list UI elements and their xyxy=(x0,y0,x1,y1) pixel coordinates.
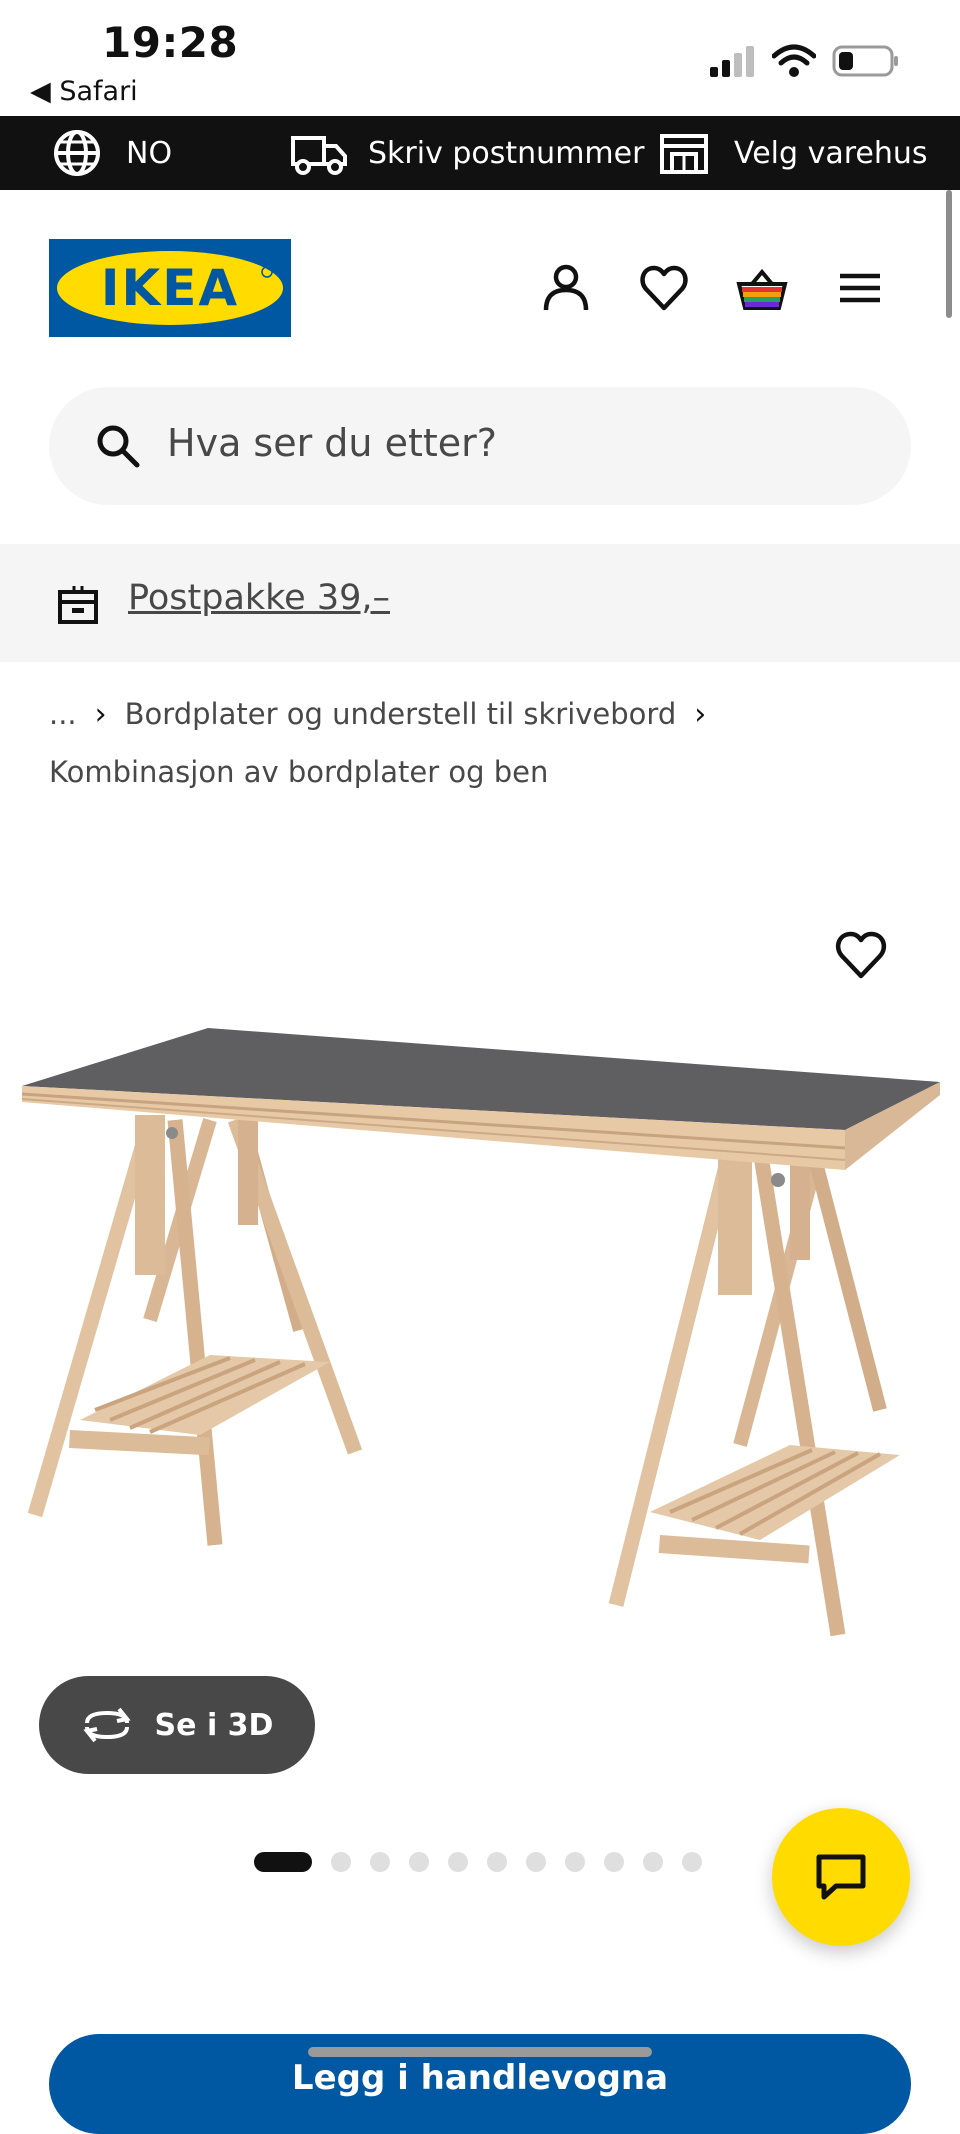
menu-icon[interactable] xyxy=(834,262,886,314)
globe-icon xyxy=(54,130,100,176)
carousel-dot[interactable] xyxy=(604,1852,624,1872)
carousel-dot-active[interactable] xyxy=(254,1852,312,1872)
postcode-link[interactable]: Skriv postnummer xyxy=(290,116,644,190)
carousel-dot[interactable] xyxy=(682,1852,702,1872)
carousel-dot[interactable] xyxy=(409,1852,429,1872)
status-icons xyxy=(708,44,900,78)
carousel-dot[interactable] xyxy=(448,1852,468,1872)
search-input[interactable]: Hva ser du etter? xyxy=(167,421,497,465)
logo-text: IKEA xyxy=(101,259,239,317)
chevron-right-icon: › xyxy=(94,696,107,732)
breadcrumb: ... › Bordplater og understell til skriv… xyxy=(49,692,929,794)
breadcrumb-current[interactable]: Kombinasjon av bordplater og ben xyxy=(49,755,548,789)
parcel-icon xyxy=(58,586,98,624)
store-label: Velg varehus xyxy=(734,135,928,171)
carousel-dot[interactable] xyxy=(565,1852,585,1872)
status-time: 19:28 xyxy=(102,18,239,67)
rotate-3d-icon xyxy=(82,1707,131,1743)
postcode-label: Skriv postnummer xyxy=(368,135,645,171)
chevron-right-icon: › xyxy=(694,696,707,732)
carousel-dot[interactable] xyxy=(526,1852,546,1872)
carousel-dot[interactable] xyxy=(331,1852,351,1872)
heart-icon[interactable] xyxy=(638,262,690,314)
top-utility-bar: NO Skriv postnummer Velg varehus xyxy=(0,116,960,190)
promo-link[interactable]: Postpakke 39,– xyxy=(128,578,390,618)
back-to-safari[interactable]: ◀ Safari xyxy=(30,76,138,107)
breadcrumb-ellipsis[interactable]: ... xyxy=(49,697,77,731)
carousel-dot[interactable] xyxy=(643,1852,663,1872)
site-header: IKEA xyxy=(0,190,960,380)
battery-icon xyxy=(832,45,898,77)
view-in-3d-label: Se i 3D xyxy=(154,1707,274,1743)
search-icon xyxy=(97,425,140,468)
chat-button[interactable] xyxy=(772,1808,910,1946)
breadcrumb-item-category[interactable]: Bordplater og understell til skrivebord xyxy=(125,697,677,731)
store-selector[interactable]: Velg varehus xyxy=(658,116,928,190)
image-carousel-dots[interactable] xyxy=(254,1852,702,1872)
carousel-dot[interactable] xyxy=(487,1852,507,1872)
favorite-heart-icon[interactable] xyxy=(834,928,888,982)
search-bar[interactable]: Hva ser du etter? xyxy=(49,387,911,505)
status-bar: 19:28 ◀ Safari xyxy=(0,0,960,116)
cellular-signal-icon xyxy=(710,46,754,77)
account-icon[interactable] xyxy=(540,262,592,314)
delivery-truck-icon xyxy=(291,136,347,175)
product-image[interactable] xyxy=(0,900,960,1700)
country-code: NO xyxy=(126,135,173,171)
ikea-logo[interactable]: IKEA xyxy=(49,239,291,337)
carousel-dot[interactable] xyxy=(370,1852,390,1872)
store-icon xyxy=(660,134,708,174)
scrollbar[interactable] xyxy=(946,190,952,318)
promo-banner: Postpakke 39,– xyxy=(0,544,960,662)
home-indicator xyxy=(308,2047,652,2057)
view-in-3d-button[interactable]: Se i 3D xyxy=(39,1676,315,1774)
country-selector[interactable]: NO xyxy=(52,116,172,190)
wifi-icon xyxy=(772,44,816,77)
basket-icon[interactable] xyxy=(736,262,788,314)
desk-illustration xyxy=(21,1028,940,1637)
chat-bubble-icon xyxy=(816,1854,866,1900)
